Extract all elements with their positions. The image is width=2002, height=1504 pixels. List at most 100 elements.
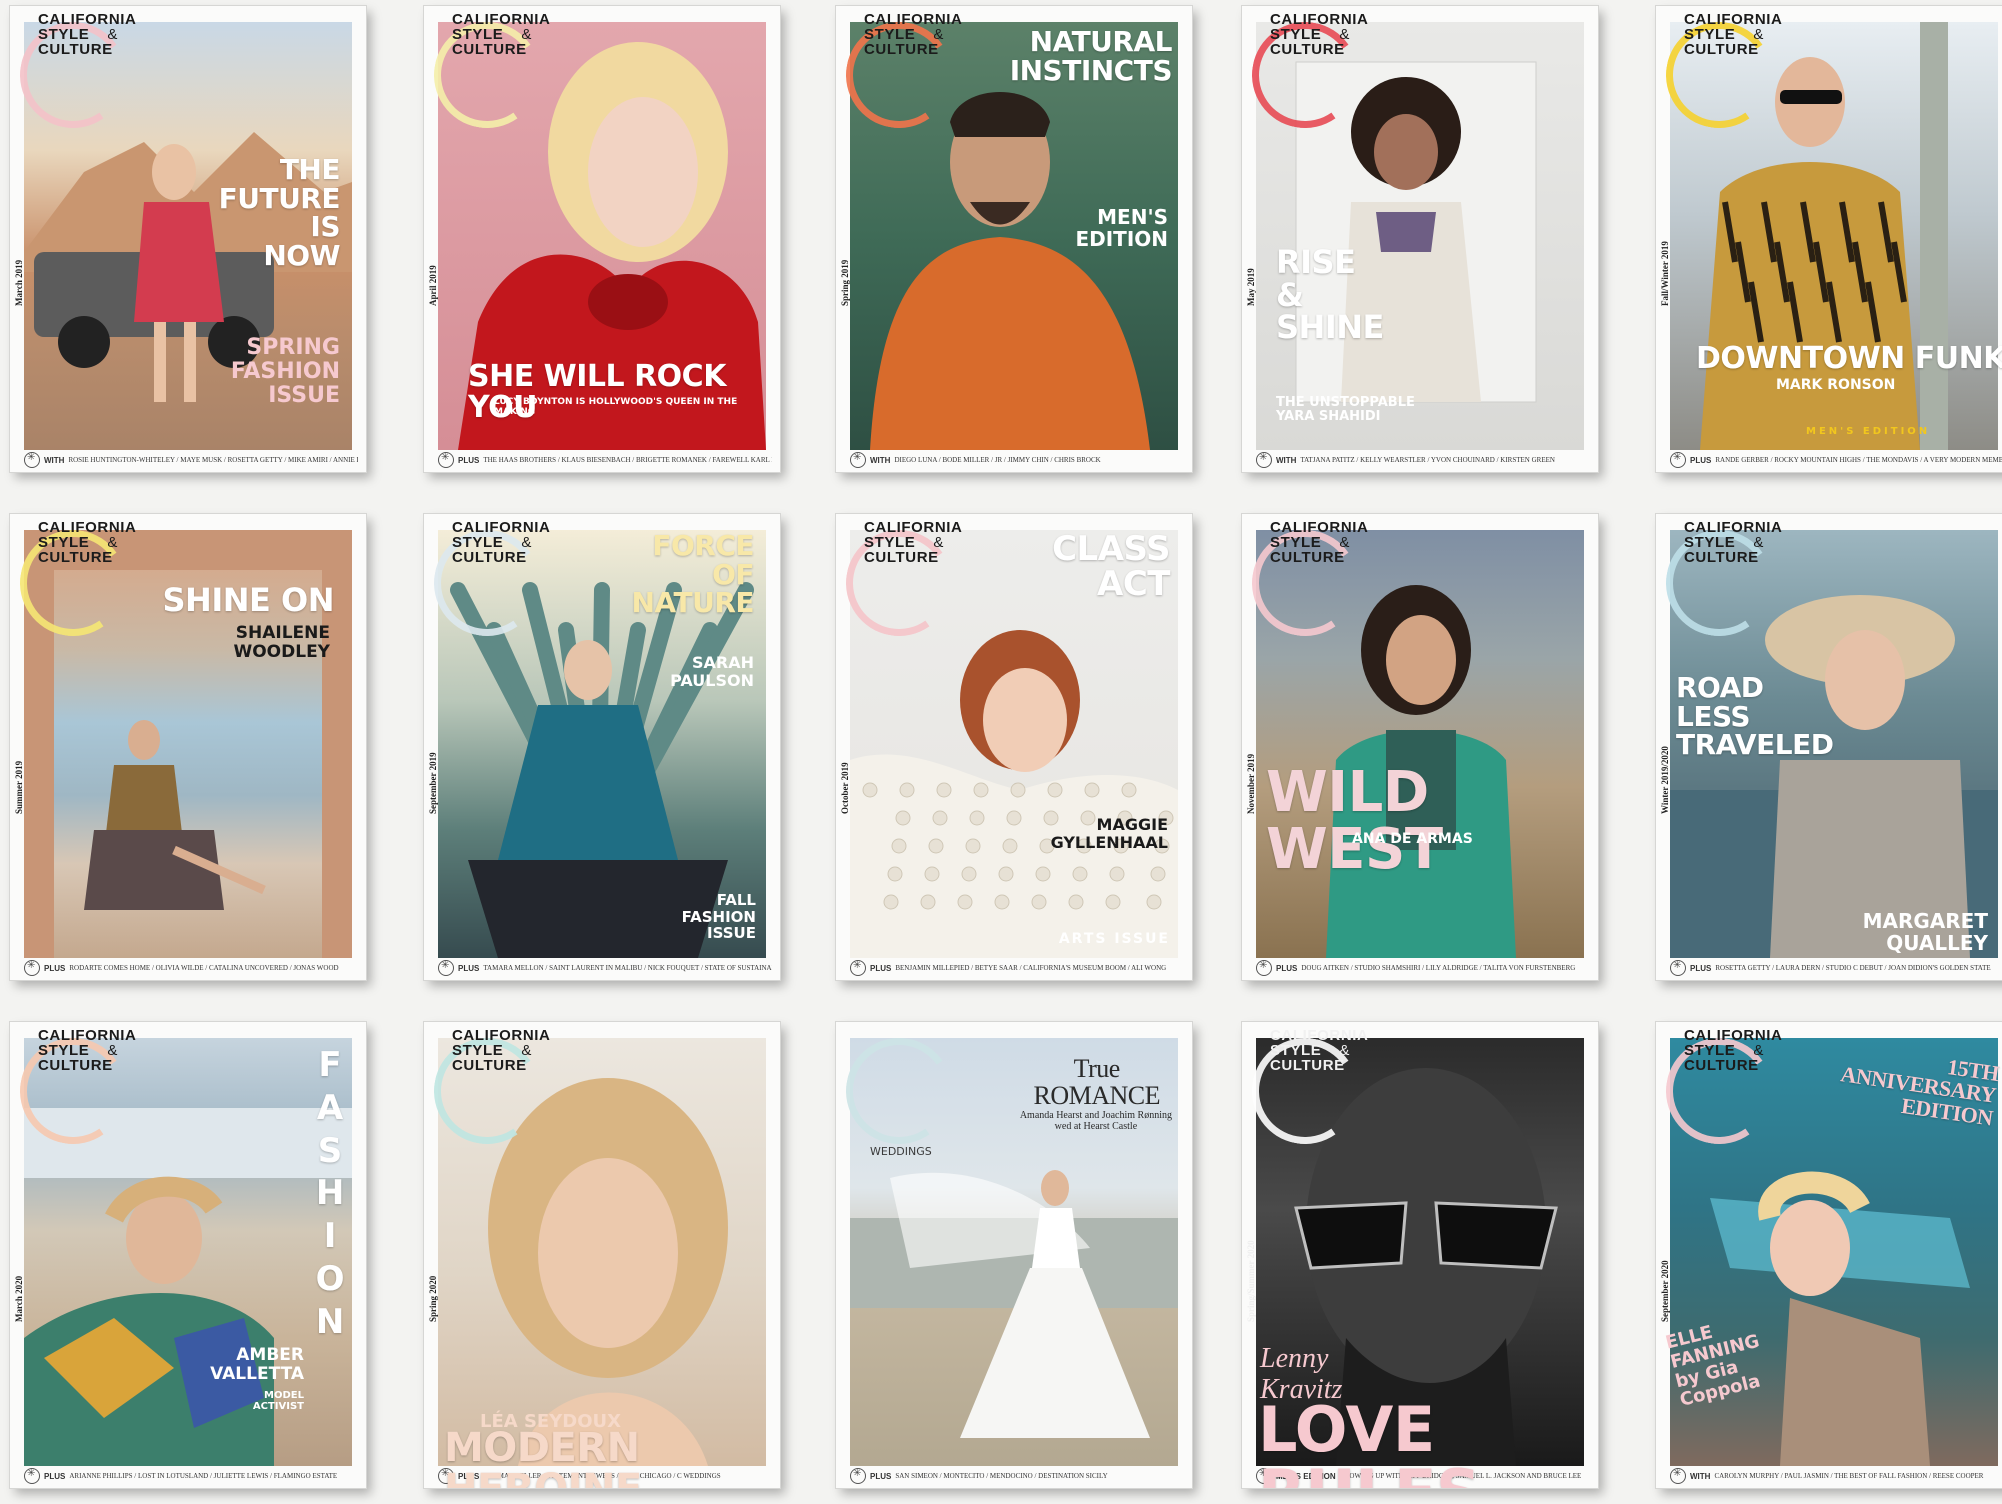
masthead-line1: CALIFORNIA (1684, 519, 1783, 536)
masthead-logo: CALIFORNIA STYLE & CULTURE (38, 1028, 137, 1073)
magazine-cover[interactable]: CALIFORNIA STYLE & CULTURE Spring/Summer 202… (1242, 1022, 1598, 1488)
cover-subline: MARGARET QUALLEY (1862, 909, 1988, 955)
cover-headline: THE FUTURE IS NOW (218, 153, 341, 272)
masthead-logo: CALIFORNIA STYLE & CULTURE (38, 520, 137, 565)
masthead-line1: CALIFORNIA (38, 11, 137, 28)
cover-footer: WITHCAROLYN MURPHY / PAUL JASMIN / THE B… (1670, 1468, 2002, 1484)
masthead-line1: CALIFORNIA (1684, 11, 1783, 28)
cover-footer: PLUSTAMARA MELLON / SAINT LAURENT IN MAL… (438, 960, 772, 976)
magazine-cover[interactable]: CALIFORNIA STYLE & CULTURE November 2019 WILD… (1242, 514, 1598, 980)
masthead-line1: CALIFORNIA (864, 11, 963, 28)
cover-headline: MODERN HEROINE (444, 1425, 642, 1488)
masthead-line2: STYLE & (1270, 534, 1350, 551)
footer-lead: PLUS (1690, 963, 1712, 973)
issue-date: May 2019 (1242, 206, 1262, 316)
footer-lead: PLUS (458, 963, 480, 973)
issue-date-text: May 2019 (1246, 268, 1256, 306)
footer-text: CAROLYN MURPHY / PAUL JASMIN / THE BEST … (1714, 1472, 1984, 1480)
footer-text: TAMARA MELLON / SAINT LAURENT IN MALIBU … (483, 964, 772, 972)
masthead-line2: STYLE & (864, 26, 944, 43)
masthead-line3: CULTURE (38, 1057, 113, 1074)
magazine-cover[interactable]: CALIFORNIA STYLE & CULTURE April 2019 SHE WIL… (424, 6, 780, 472)
masthead-logo: CALIFORNIA STYLE & CULTURE (1270, 1028, 1369, 1073)
masthead-logo: CALIFORNIA STYLE & CULTURE (1270, 12, 1369, 57)
masthead-line1: CALIFORNIA (1270, 519, 1369, 536)
magazine-cover[interactable]: CALIFORNIA STYLE & CULTURE Spring 2019 NATURA… (836, 6, 1192, 472)
palm-seal-icon (1670, 960, 1686, 976)
magazine-cover[interactable]: CALIFORNIA STYLE & CULTURE September 2019 FOR… (424, 514, 780, 980)
magazine-cover[interactable]: CALIFORNIA STYLE & CULTURE March 2019 THE FUTU… (10, 6, 366, 472)
cover-tagline: WEDDINGS (870, 1145, 932, 1158)
footer-lead: WITH (1690, 1471, 1711, 1481)
palm-seal-icon (24, 960, 40, 976)
cover-headline: WILD WEST (1266, 760, 1443, 883)
cover-subline: THE UNSTOPPABLE YARA SHAHIDI (1276, 395, 1415, 425)
issue-date-text: Spring 2020 (428, 1275, 438, 1322)
issue-date-text: October 2019 (840, 762, 850, 814)
issue-date: March 2020 (10, 1222, 30, 1332)
cover-subline: Lenny Kravitz (1260, 1343, 1343, 1405)
magazine-cover[interactable]: CALIFORNIA STYLE & CULTURE October 2019 CLASS… (836, 514, 1192, 980)
footer-text: ARIANNE PHILLIPS / LOST IN LOTUSLAND / J… (69, 1472, 338, 1480)
issue-date-text: September 2020 (1660, 1260, 1670, 1322)
cover-headline: FASHION (315, 1045, 345, 1342)
footer-text: DIEGO LUNA / BODE MILLER / JR / JIMMY CH… (894, 456, 1101, 464)
footer-lead: PLUS (870, 1471, 892, 1481)
cover-headline: CLASS ACT (1052, 529, 1170, 604)
palm-seal-icon (1670, 452, 1686, 468)
magazine-cover[interactable]: CALIFORNIA STYLE & CULTURE September 2020 15t… (1656, 1022, 2002, 1488)
masthead-logo: CALIFORNIA STYLE & CULTURE (1684, 520, 1783, 565)
issue-date-text: November 2019 (1246, 753, 1256, 814)
cover-subline: SPRING FASHION ISSUE (230, 335, 340, 409)
masthead-line3: CULTURE (1684, 41, 1759, 58)
magazine-cover[interactable]: CALIFORNIA STYLE & CULTURE Summer 2019 SHINE … (10, 514, 366, 980)
footer-lead: WITH (44, 455, 65, 465)
issue-date: Fall/Winter 2019 (1656, 206, 1676, 316)
footer-lead: PLUS (44, 963, 66, 973)
masthead-line3: CULTURE (452, 41, 527, 58)
magazine-cover[interactable]: CALIFORNIA STYLE & CULTURE Fall/Winter 2019 D… (1656, 6, 2002, 472)
masthead-line2: STYLE & (864, 534, 944, 551)
cover-headline: DOWNTOWN FUNK (1696, 341, 2002, 376)
footer-text: ROSETTA GETTY / LAURA DERN / STUDIO C DE… (1715, 964, 1991, 972)
palm-seal-icon (438, 452, 454, 468)
masthead-line1: CALIFORNIA (452, 11, 551, 28)
magazine-cover[interactable]: True ROMANCE Amanda Hearst and Joachim Røn… (836, 1022, 1192, 1488)
cover-subline: SHAILENE WOODLEY (233, 623, 330, 662)
masthead-line3: CULTURE (1684, 1057, 1759, 1074)
masthead-logo: CALIFORNIA STYLE & CULTURE (1270, 520, 1369, 565)
footer-lead: PLUS (1690, 455, 1712, 465)
masthead-line2: STYLE & (452, 534, 532, 551)
cover-subline: AMBER VALLETTA (210, 1345, 304, 1384)
issue-date: Summer 2019 (10, 714, 30, 824)
cover-subline-secondary: MODEL ACTIVIST (252, 1390, 304, 1412)
cover-subline: ANA DE ARMAS (1352, 831, 1473, 847)
masthead-line1: CALIFORNIA (1270, 11, 1369, 28)
palm-seal-icon (850, 960, 866, 976)
cover-headline: RISE & SHINE (1276, 243, 1384, 347)
issue-date-text: Spring 2019 (840, 259, 850, 306)
palm-seal-icon (1256, 960, 1272, 976)
magazine-cover[interactable]: CALIFORNIA STYLE & CULTURE Winter 2019/2020 R… (1656, 514, 2002, 980)
issue-date-text: Summer 2019 (14, 760, 24, 814)
issue-date: Spring 2019 (836, 206, 856, 316)
footer-text: THE HAAS BROTHERS / KLAUS BIESENBACH / B… (483, 456, 772, 464)
cover-subline: LÉA SEYDOUX (480, 1411, 621, 1432)
magazine-cover[interactable]: CALIFORNIA STYLE & CULTURE Spring 2020 MODERN… (424, 1022, 780, 1488)
footer-lead: PLUS (870, 963, 892, 973)
cover-subline: MAGGIE GYLLENHAAL (1050, 815, 1168, 852)
footer-lead: WITH (1276, 455, 1297, 465)
issue-date: April 2019 (424, 206, 444, 316)
masthead-line2: STYLE & (38, 26, 118, 43)
footer-text: TATJANA PATITZ / KELLY WEARSTLER / YVON … (1300, 456, 1555, 464)
cover-subline: MEN'S EDITION (1075, 205, 1168, 251)
issue-date: Spring/Summer 2020 (1242, 1222, 1262, 1332)
cover-subline: LUCY BOYNTON IS HOLLYWOOD'S QUEEN IN THE… (494, 397, 738, 417)
footer-lead: PLUS (44, 1471, 66, 1481)
palm-seal-icon (1256, 452, 1272, 468)
cover-subline: MARK RONSON (1776, 377, 1896, 393)
magazine-cover[interactable]: CALIFORNIA STYLE & CULTURE May 2019 RISE & SHIN… (1242, 6, 1598, 472)
palm-seal-icon (438, 960, 454, 976)
issue-date-text: April 2019 (428, 265, 438, 306)
magazine-cover[interactable]: CALIFORNIA STYLE & CULTURE March 2020 F A S H I O N… (10, 1022, 366, 1488)
